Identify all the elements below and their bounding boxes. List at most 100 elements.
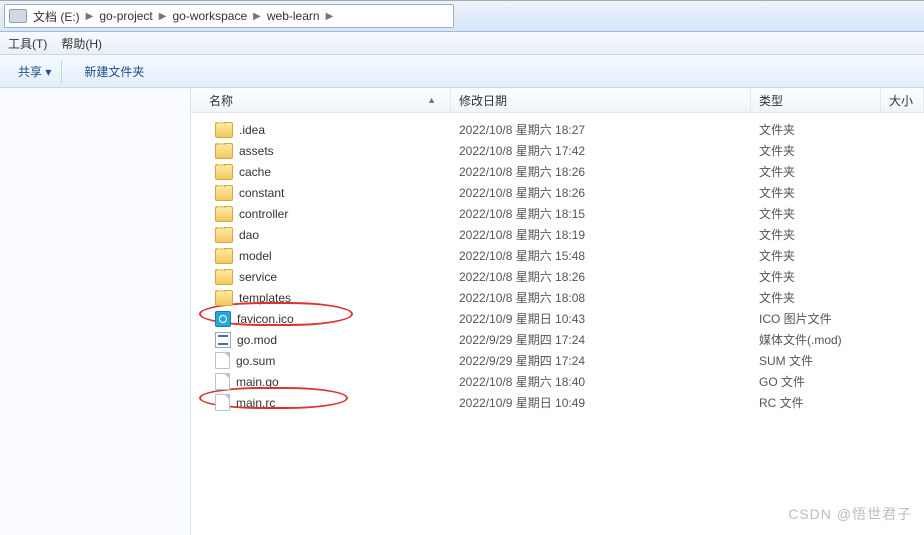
file-name-label: constant <box>239 186 284 200</box>
breadcrumb-root[interactable]: 文档 (E:) <box>31 5 82 27</box>
breadcrumb-item[interactable]: web-learn <box>265 5 322 27</box>
file-type-cell: 文件夹 <box>751 247 881 264</box>
file-date-cell: 2022/9/29 星期四 17:24 <box>451 352 751 369</box>
folder-icon <box>215 248 233 264</box>
column-header-size[interactable]: 大小 <box>881 88 924 112</box>
file-date-cell: 2022/9/29 星期四 17:24 <box>451 331 751 348</box>
breadcrumb-item[interactable]: go-workspace <box>170 5 249 27</box>
share-button[interactable]: 共享 ▾ <box>8 60 62 83</box>
file-type-cell: 文件夹 <box>751 163 881 180</box>
explorer-window: 文档 (E:) ▶ go-project ▶ go-workspace ▶ we… <box>0 0 924 535</box>
chevron-right-icon[interactable]: ▶ <box>249 11 265 22</box>
file-type-cell: 文件夹 <box>751 268 881 285</box>
folder-icon <box>215 164 233 180</box>
folder-icon <box>215 269 233 285</box>
folder-icon <box>215 227 233 243</box>
file-name-label: favicon.ico <box>237 312 294 326</box>
column-header-name[interactable]: 名称 ▲ <box>191 88 451 112</box>
file-name-cell[interactable]: cache <box>191 164 451 180</box>
file-row[interactable]: templates2022/10/8 星期六 18:08文件夹 <box>191 287 924 308</box>
file-type-cell: 文件夹 <box>751 289 881 306</box>
file-date-cell: 2022/10/8 星期六 17:42 <box>451 142 751 159</box>
new-folder-button[interactable]: 新建文件夹 <box>74 60 154 83</box>
file-name-cell[interactable]: dao <box>191 227 451 243</box>
file-list-pane: 名称 ▲ 修改日期 类型 大小 .idea 2022/10/8 星期六 18:27… <box>191 88 924 535</box>
file-row[interactable]: assets 2022/10/8 星期六 17:42文件夹 <box>191 140 924 161</box>
file-row[interactable]: main.go 2022/10/8 星期六 18:40GO 文件 <box>191 371 924 392</box>
file-date-cell: 2022/10/9 星期日 10:43 <box>451 310 751 327</box>
file-type-cell: ICO 图片文件 <box>751 310 881 327</box>
file-row[interactable]: controller2022/10/8 星期六 18:15文件夹 <box>191 203 924 224</box>
file-type-cell: 文件夹 <box>751 142 881 159</box>
file-row[interactable]: .idea2022/10/8 星期六 18:27文件夹 <box>191 119 924 140</box>
file-row[interactable]: dao2022/10/8 星期六 18:19文件夹 <box>191 224 924 245</box>
file-row[interactable]: favicon.ico 2022/10/9 星期日 10:43ICO 图片文件 <box>191 308 924 329</box>
file-row[interactable]: service 2022/10/8 星期六 18:26文件夹 <box>191 266 924 287</box>
file-type-cell: SUM 文件 <box>751 352 881 369</box>
file-row[interactable]: go.sum2022/9/29 星期四 17:24SUM 文件 <box>191 350 924 371</box>
file-date-cell: 2022/10/8 星期六 18:26 <box>451 163 751 180</box>
column-header-type[interactable]: 类型 <box>751 88 881 112</box>
folder-icon <box>215 206 233 222</box>
file-type-cell: 文件夹 <box>751 184 881 201</box>
file-name-cell[interactable]: model <box>191 248 451 264</box>
file-row[interactable]: main.rc2022/10/9 星期日 10:49RC 文件 <box>191 392 924 413</box>
file-type-cell: RC 文件 <box>751 394 881 411</box>
file-date-cell: 2022/10/9 星期日 10:49 <box>451 394 751 411</box>
file-name-label: cache <box>239 165 271 179</box>
folder-icon <box>215 122 233 138</box>
file-name-cell[interactable]: controller <box>191 206 451 222</box>
file-name-cell[interactable]: service <box>191 269 451 285</box>
content-area: 名称 ▲ 修改日期 类型 大小 .idea 2022/10/8 星期六 18:27… <box>0 88 924 535</box>
column-headers: 名称 ▲ 修改日期 类型 大小 <box>191 88 924 113</box>
file-type-cell: 文件夹 <box>751 205 881 222</box>
address-bar[interactable]: 文档 (E:) ▶ go-project ▶ go-workspace ▶ we… <box>4 4 454 28</box>
file-type-cell: 媒体文件(.mod) <box>751 331 881 348</box>
sort-ascending-icon: ▲ <box>427 95 436 105</box>
file-type-cell: GO 文件 <box>751 373 881 390</box>
file-date-cell: 2022/10/8 星期六 18:26 <box>451 184 751 201</box>
file-date-cell: 2022/10/8 星期六 18:26 <box>451 268 751 285</box>
chevron-right-icon[interactable]: ▶ <box>322 11 338 22</box>
file-row[interactable]: cache 2022/10/8 星期六 18:26文件夹 <box>191 161 924 182</box>
file-icon <box>215 352 230 369</box>
file-name-cell[interactable]: constant <box>191 185 451 201</box>
file-name-cell[interactable]: favicon.ico <box>191 311 451 327</box>
file-name-label: service <box>239 270 277 284</box>
file-name-cell[interactable]: go.sum <box>191 352 451 369</box>
column-header-date[interactable]: 修改日期 <box>451 88 751 112</box>
file-date-cell: 2022/10/8 星期六 15:48 <box>451 247 751 264</box>
file-date-cell: 2022/10/8 星期六 18:19 <box>451 226 751 243</box>
menu-help[interactable]: 帮助(H) <box>61 35 102 52</box>
breadcrumb-item[interactable]: go-project <box>97 5 154 27</box>
file-name-cell[interactable]: main.rc <box>191 394 451 411</box>
file-name-cell[interactable]: assets <box>191 143 451 159</box>
file-name-cell[interactable]: templates <box>191 290 451 306</box>
chevron-right-icon[interactable]: ▶ <box>82 11 98 22</box>
file-name-label: go.mod <box>237 333 277 347</box>
navigation-pane[interactable] <box>0 88 191 535</box>
file-name-cell[interactable]: go.mod <box>191 332 451 348</box>
file-row[interactable]: constant 2022/10/8 星期六 18:26文件夹 <box>191 182 924 203</box>
file-name-label: dao <box>239 228 259 242</box>
file-name-label: .idea <box>239 123 265 137</box>
file-name-label: controller <box>239 207 288 221</box>
file-name-label: main.go <box>236 375 279 389</box>
folder-icon <box>215 143 233 159</box>
file-row[interactable]: model2022/10/8 星期六 15:48文件夹 <box>191 245 924 266</box>
file-name-cell[interactable]: .idea <box>191 122 451 138</box>
file-date-cell: 2022/10/8 星期六 18:08 <box>451 289 751 306</box>
disk-icon <box>9 9 27 23</box>
command-bar: 共享 ▾ 新建文件夹 <box>0 55 924 88</box>
file-rows[interactable]: .idea2022/10/8 星期六 18:27文件夹assets2022/10… <box>191 113 924 535</box>
file-name-label: assets <box>239 144 274 158</box>
file-row[interactable]: go.mod 2022/9/29 星期四 17:24媒体文件(.mod) <box>191 329 924 350</box>
menu-tools[interactable]: 工具(T) <box>8 35 47 52</box>
file-date-cell: 2022/10/8 星期六 18:40 <box>451 373 751 390</box>
folder-icon <box>215 290 233 306</box>
chevron-right-icon[interactable]: ▶ <box>155 11 171 22</box>
menu-bar: 工具(T) 帮助(H) <box>0 32 924 55</box>
file-date-cell: 2022/10/8 星期六 18:27 <box>451 121 751 138</box>
mod-icon <box>215 332 231 348</box>
file-name-cell[interactable]: main.go <box>191 373 451 390</box>
